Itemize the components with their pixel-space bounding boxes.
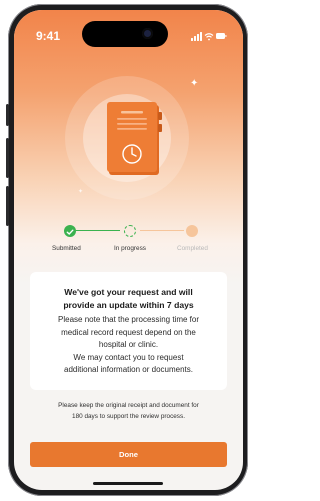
wifi-icon <box>204 33 214 41</box>
mute-switch <box>6 104 9 126</box>
note-line: Please keep the original receipt and doc… <box>58 402 199 409</box>
step-label-in-progress: In progress <box>114 245 146 252</box>
card-body-line: We may contact you to request <box>73 352 184 362</box>
dynamic-island <box>82 21 168 47</box>
status-bar: 9:41 <box>14 21 243 47</box>
dot-icon <box>186 225 198 237</box>
card-body-line: Please note that the processing time for <box>58 315 199 324</box>
card-body-line: additional information or documents. <box>64 365 193 374</box>
message-card: We've got your request and will provide … <box>30 272 227 390</box>
card-body: Please note that the processing time for… <box>30 314 227 377</box>
step-label-completed: Completed <box>177 245 208 252</box>
status-icons <box>191 32 227 41</box>
card-title: We've got your request and will provide … <box>30 286 227 312</box>
check-icon <box>64 225 76 237</box>
done-button[interactable]: Done <box>30 442 227 467</box>
note-line: 180 days to support the review process. <box>72 413 185 420</box>
camera-icon <box>142 28 153 39</box>
progress-stepper: Submitted In progress Completed <box>14 225 243 265</box>
dashed-circle-icon <box>124 225 136 237</box>
step-connector <box>140 230 184 231</box>
card-body-line: hospital or clinic. <box>98 340 159 349</box>
sparkle-icon: ✦ <box>190 78 199 89</box>
document-clock-icon <box>107 102 162 175</box>
retention-note: Please keep the original receipt and doc… <box>24 400 233 422</box>
battery-icon <box>216 33 227 39</box>
sparkle-icon: ✦ <box>78 189 84 195</box>
step-connector <box>76 230 120 231</box>
step-label-submitted: Submitted <box>52 245 81 252</box>
card-title-line: We've got your request and will <box>64 287 193 297</box>
app-screen: 9:41 ✦ ✦ Submitted In progress Completed… <box>14 10 243 490</box>
signal-icon <box>191 32 202 41</box>
card-title-line: provide an update within 7 days <box>63 300 194 310</box>
home-indicator[interactable] <box>93 482 163 485</box>
volume-up-button <box>6 138 9 178</box>
status-time: 9:41 <box>36 29 61 43</box>
card-body-line: medical record request depend on the <box>61 327 196 337</box>
volume-down-button <box>6 186 9 226</box>
